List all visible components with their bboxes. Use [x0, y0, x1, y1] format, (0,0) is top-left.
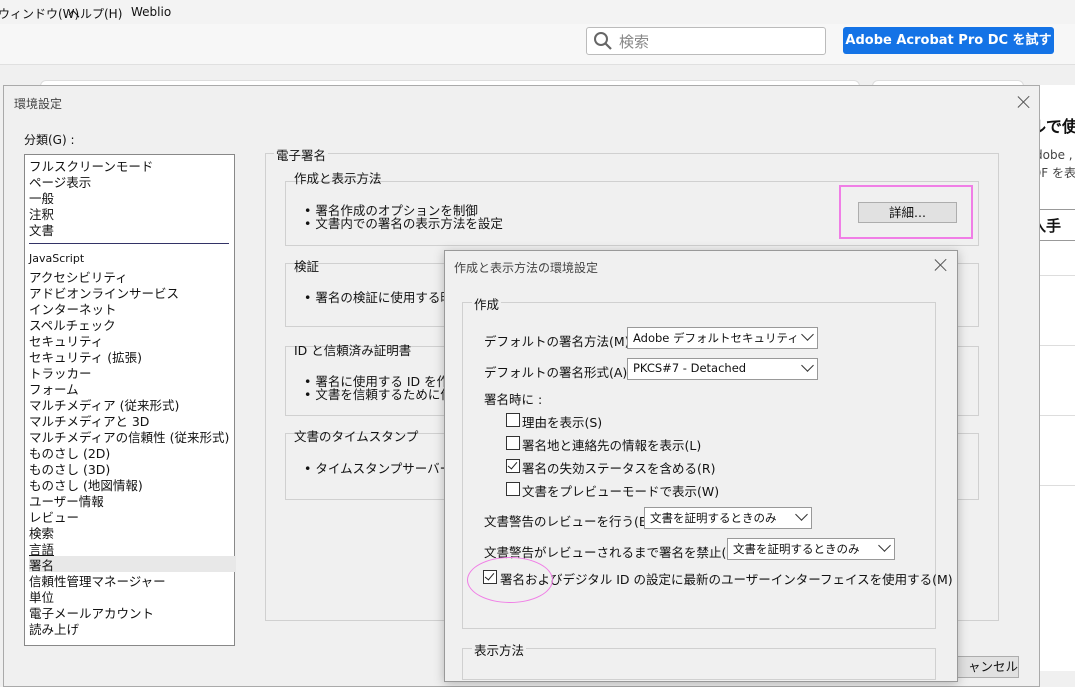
create-group-title: 作成と表示方法 [294, 171, 382, 186]
when-signing-label: 署名時に : [484, 392, 543, 407]
show-reason-label: 理由を表示(S) [522, 415, 603, 430]
category-label: 分類(G) : [24, 133, 75, 147]
create-line2: • 文書内での署名の表示方法を設定 [304, 216, 503, 231]
chevron-down-icon [795, 508, 808, 521]
search-placeholder: 検索 [619, 33, 650, 51]
show-location-label: 署名地と連絡先の情報を表示(L) [522, 438, 702, 453]
search-box[interactable]: 検索 [586, 27, 826, 55]
method-label: デフォルトの署名方法(M) : [484, 334, 638, 349]
menubar: ウィンドウ(W) ヘルプ(H) Weblio [0, 0, 1075, 24]
category-item[interactable]: 読み上げ [29, 619, 79, 638]
show-reason-checkbox[interactable] [506, 413, 520, 427]
chevron-down-icon [801, 359, 814, 372]
format-dropdown[interactable]: PKCS#7 - Detached [627, 358, 818, 380]
modern-ui-label: 署名およびデジタル ID の設定に最新のユーザーインターフェイスを使用する(M) [500, 572, 953, 587]
include-revocation-checkbox[interactable] [506, 459, 520, 473]
highlight-ellipse [467, 557, 553, 603]
identity-line2: • 文書を信頼するために使用 [304, 387, 466, 402]
chevron-down-icon [801, 328, 814, 341]
preview-mode-label: 文書をプレビューモードで表示(W) [522, 484, 720, 499]
category-item[interactable]: JavaScript [29, 252, 84, 265]
verify-group-title: 検証 [294, 259, 320, 274]
verify-line1: • 署名の検証に使用する時 [304, 290, 453, 305]
create-settings-title: 作成 [472, 294, 502, 313]
close-icon[interactable] [1016, 94, 1032, 110]
preview-mode-checkbox[interactable] [506, 482, 520, 496]
sub-dialog-title: 作成と表示方法の環境設定 [454, 261, 599, 275]
show-location-checkbox[interactable] [506, 436, 520, 450]
section-title: 電子署名 [274, 145, 329, 164]
menu-help[interactable]: ヘルプ(H) [68, 5, 122, 22]
category-list: フルスクリーンモード ページ表示 一般 注釈 文書 JavaScript アクセ… [24, 154, 236, 646]
method-dropdown[interactable]: Adobe デフォルトセキュリティ [627, 327, 818, 349]
include-revocation-label: 署名の失効ステータスを含める(R) [522, 461, 716, 476]
close-icon[interactable] [933, 257, 949, 273]
chevron-down-icon [878, 539, 891, 552]
menu-weblio[interactable]: Weblio [131, 5, 171, 19]
timestamp-group-title: 文書のタイムスタンプ [294, 429, 419, 444]
review-warnings-dropdown[interactable]: 文書を証明するときのみ [644, 507, 812, 529]
prevent-signing-dropdown[interactable]: 文書を証明するときのみ [727, 538, 895, 560]
display-settings-title: 表示方法 [472, 640, 527, 659]
category-item[interactable]: 文書 [29, 220, 54, 239]
search-icon [594, 32, 612, 50]
category-selected-highlight [29, 556, 236, 572]
format-label: デフォルトの署名形式(A) : [484, 365, 636, 380]
preferences-title: 環境設定 [14, 97, 63, 111]
review-warnings-label: 文書警告のレビューを行う(E) : [484, 514, 660, 529]
cancel-button[interactable]: ャンセル [953, 656, 1019, 678]
category-separator [29, 243, 229, 244]
highlight-box [839, 185, 973, 239]
identity-group-title: ID と信頼済み証明書 [294, 343, 412, 358]
display-settings-group [462, 648, 936, 680]
right-pane-line1: dobe , [1035, 148, 1073, 162]
try-acrobat-button[interactable]: Adobe Acrobat Pro DC を試す [843, 27, 1054, 54]
